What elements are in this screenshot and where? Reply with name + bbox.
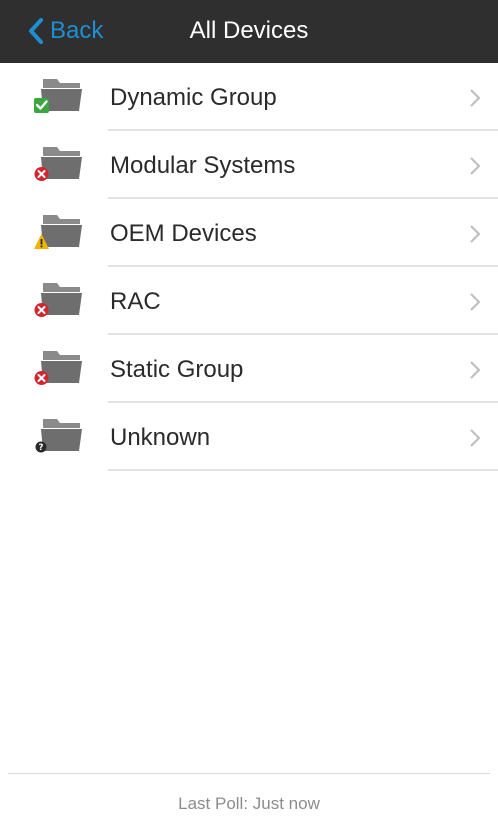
list-item-label: Unknown [110, 424, 211, 451]
device-group-list: Dynamic Group Modular Systems OEM Device… [0, 63, 498, 471]
list-item[interactable]: Static Group [0, 335, 498, 403]
red-error-icon [34, 303, 49, 317]
row-divider [108, 469, 498, 471]
folder-icon [34, 215, 82, 249]
list-item[interactable]: ? Unknown [0, 403, 498, 471]
list-item[interactable]: Modular Systems [0, 131, 498, 199]
unknown-question-icon: ? [35, 441, 47, 453]
red-error-icon [34, 371, 49, 385]
chevron-right-icon [470, 429, 481, 447]
page-title: All Devices [189, 17, 309, 44]
red-error-icon [34, 167, 49, 181]
folder-icon [34, 351, 82, 385]
green-check-icon [34, 98, 49, 113]
folder-icon [34, 79, 82, 113]
list-item-label: Static Group [110, 356, 244, 383]
chevron-right-icon [470, 361, 481, 379]
svg-text:?: ? [39, 443, 44, 453]
chevron-right-icon [470, 293, 481, 311]
folder-icon: ? [35, 419, 82, 453]
list-item[interactable]: OEM Devices [0, 199, 498, 267]
list-item[interactable]: RAC [0, 267, 498, 335]
last-poll-status: Last Poll: Just now [178, 794, 320, 813]
footer-divider [8, 773, 490, 774]
list-item-label: Modular Systems [110, 152, 296, 179]
folder-icon [34, 283, 82, 317]
chevron-right-icon [470, 157, 481, 175]
list-item-label: Dynamic Group [110, 84, 277, 111]
navigation-bar: Back All Devices [0, 0, 498, 63]
app-screen: Back All Devices Dynamic Group Modular S… [0, 0, 498, 838]
chevron-right-icon [470, 225, 481, 243]
folder-icon [34, 147, 82, 181]
chevron-right-icon [470, 89, 481, 107]
list-item-label: OEM Devices [110, 220, 257, 247]
list-item[interactable]: Dynamic Group [0, 63, 498, 131]
list-item-label: RAC [110, 288, 161, 315]
